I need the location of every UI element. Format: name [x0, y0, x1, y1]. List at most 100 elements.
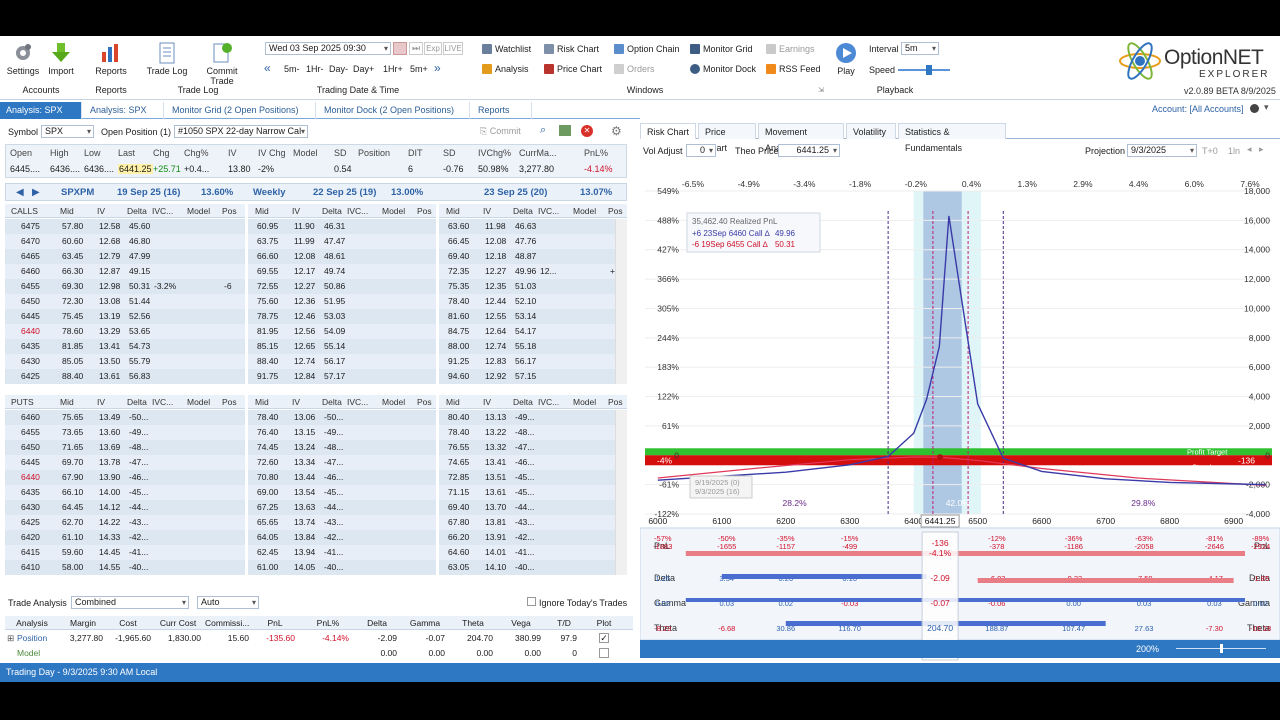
earnings-button[interactable]: Earnings [766, 44, 815, 54]
puts-row[interactable]: 67.25 13.63 -44... [248, 500, 436, 515]
calls-row[interactable]: 94.60 12.92 57.15 [439, 369, 627, 384]
step-1hr-plus[interactable]: 1Hr+ [383, 64, 403, 74]
tab-movement-analysis[interactable]: Movement Analysis [758, 123, 844, 153]
commit-button[interactable]: ⎘ Commit [480, 126, 521, 137]
import-button[interactable]: Import [44, 42, 78, 76]
calendar-icon[interactable] [393, 42, 407, 55]
settings-gear-icon[interactable]: ⚙ [611, 124, 622, 138]
tab-volatility[interactable]: Volatility [846, 123, 896, 139]
plot-checkbox[interactable] [599, 648, 609, 658]
puts-row[interactable]: 6445 69.70 13.78 -47... [5, 455, 245, 470]
puts-row[interactable]: 6410 58.00 14.55 -40... [5, 560, 245, 575]
next-expiry-icon[interactable]: ▶ [32, 187, 40, 198]
trade-log-button[interactable]: Trade Log [146, 42, 188, 76]
calls-row[interactable]: 6455 69.30 12.98 50.31 -3.2% -6 [5, 279, 245, 294]
account-dropdown-icon[interactable]: ▾ [1264, 102, 1269, 113]
exp-button[interactable]: Exp [424, 42, 442, 55]
windows-expand-icon[interactable]: ⇲ [818, 86, 824, 94]
expiry-date[interactable]: 22 Sep 25 (19) [313, 185, 376, 201]
expiry-date[interactable]: 23 Sep 25 (20) [484, 185, 547, 201]
auto-select[interactable]: Auto [197, 596, 259, 609]
search-icon[interactable]: ⌕ [540, 124, 546, 137]
calls-row[interactable]: 6465 63.45 12.79 47.99 [5, 249, 245, 264]
puts-row[interactable]: 61.00 14.05 -40... [248, 560, 436, 575]
nav-right-icon[interactable]: ▸ [1259, 144, 1264, 155]
puts-row[interactable]: 6435 66.10 14.00 -45... [5, 485, 245, 500]
calls-row[interactable]: 66.60 12.08 48.61 [248, 249, 436, 264]
calls-row[interactable]: 6445 75.45 13.19 52.56 [5, 309, 245, 324]
risk-chart[interactable]: 549% 488% 427% 366% 305% 244% 183% 122% 61% 0 -61%… [640, 156, 1280, 664]
tab-reports[interactable]: Reports [472, 102, 532, 119]
play-button[interactable]: Play [832, 42, 860, 76]
spreadsheet-icon[interactable] [559, 125, 571, 136]
prev-expiry-icon[interactable]: ◀ [16, 187, 24, 198]
step-5m-plus[interactable]: 5m+ [410, 64, 428, 74]
commit-trade-button[interactable]: Commit Trade [194, 42, 250, 86]
monitor-grid-button[interactable]: Monitor Grid [690, 44, 753, 54]
puts-row[interactable]: 78.40 13.22 -48... [439, 425, 627, 440]
puts-row[interactable]: 6440 67.90 13.90 -46... [5, 470, 245, 485]
puts-row[interactable]: 69.40 13.70 -44... [439, 500, 627, 515]
calls-row[interactable]: 63.60 11.98 46.63 [439, 219, 627, 234]
calls-row[interactable]: 88.00 12.74 55.18 [439, 339, 627, 354]
calls-row[interactable]: 66.45 12.08 47.76 [439, 234, 627, 249]
position-select[interactable]: #1050 SPX 22-day Narrow Cal [174, 125, 308, 138]
expiry-name[interactable]: Weekly [253, 185, 286, 201]
puts-row[interactable]: 70.80 13.44 -46... [248, 470, 436, 485]
settings-button[interactable]: Settings [6, 42, 40, 76]
tab-monitor-dock[interactable]: Monitor Dock (2 Open Positions) [318, 102, 470, 119]
plot-checkbox[interactable]: ✓ [599, 633, 609, 643]
calls-row[interactable]: 6450 72.30 13.08 51.44 [5, 294, 245, 309]
puts-row[interactable]: 6460 75.65 13.49 -50... [5, 410, 245, 425]
calls-row[interactable]: 85.15 12.65 55.14 [248, 339, 436, 354]
puts-row[interactable]: 69.00 13.54 -45... [248, 485, 436, 500]
interval-select[interactable]: 5m [901, 42, 939, 55]
option-chain-button[interactable]: Option Chain [614, 44, 680, 54]
puts-row[interactable]: 76.55 13.32 -47... [439, 440, 627, 455]
rss-feed-button[interactable]: RSS Feed [766, 64, 821, 74]
puts-row[interactable]: 66.20 13.91 -42... [439, 530, 627, 545]
calls-row[interactable]: 6425 88.40 13.61 56.83 [5, 369, 245, 384]
calls-row[interactable]: 81.60 12.55 53.14 [439, 309, 627, 324]
puts-row[interactable]: 67.80 13.81 -43... [439, 515, 627, 530]
step-1hr-minus[interactable]: 1Hr- [306, 64, 324, 74]
puts-row[interactable]: 71.15 13.61 -45... [439, 485, 627, 500]
calls-row[interactable]: 6460 66.30 12.87 49.15 [5, 264, 245, 279]
puts-row[interactable]: 72.60 13.34 -47... [248, 455, 436, 470]
calls-row[interactable]: 81.95 12.56 54.09 [248, 324, 436, 339]
puts-row[interactable]: 6455 73.65 13.60 -49... [5, 425, 245, 440]
nav-left-icon[interactable]: ◂ [1247, 144, 1252, 155]
trade-analysis-row[interactable]: ⊞ Position 3,277.80 -1,965.60 1,830.00 15.60 -… [5, 631, 633, 645]
trading-date-select[interactable]: Wed 03 Sep 2025 09:30 [265, 42, 391, 55]
calls-row[interactable]: 88.40 12.74 56.17 [248, 354, 436, 369]
calls-row[interactable]: 69.40 12.18 48.87 [439, 249, 627, 264]
calls-row[interactable]: 63.75 11.99 47.47 [248, 234, 436, 249]
puts-row[interactable]: 6420 61.10 14.33 -42... [5, 530, 245, 545]
puts-row[interactable]: 6415 59.60 14.45 -41... [5, 545, 245, 560]
puts-row[interactable]: 78.40 13.06 -50... [248, 410, 436, 425]
calls-row[interactable]: 78.40 12.44 52.10 [439, 294, 627, 309]
tab-analysis-spx[interactable]: Analysis: SPX [84, 102, 164, 119]
puts-row[interactable]: 6430 64.45 14.12 -44... [5, 500, 245, 515]
calls-row[interactable]: 91.75 12.84 57.17 [248, 369, 436, 384]
puts-row[interactable]: 76.40 13.15 -49... [248, 425, 436, 440]
puts-row[interactable]: 6425 62.70 14.22 -43... [5, 515, 245, 530]
calls-row[interactable]: 60.95 11.90 46.31 [248, 219, 436, 234]
puts-scrollbar[interactable] [615, 410, 627, 575]
tab-monitor-grid[interactable]: Monitor Grid (2 Open Positions) [166, 102, 316, 119]
calls-row[interactable]: 6435 81.85 13.41 54.73 [5, 339, 245, 354]
tab-statistics[interactable]: Statistics & Fundamentals [898, 123, 1006, 153]
live-button[interactable]: LIVE [443, 42, 463, 55]
reports-button[interactable]: Reports [92, 42, 130, 76]
step-day-plus[interactable]: Day+ [353, 64, 374, 74]
price-chart-button[interactable]: Price Chart [544, 64, 602, 74]
calls-row[interactable]: 6475 57.80 12.58 45.60 [5, 219, 245, 234]
puts-row[interactable]: 63.05 14.10 -40... [439, 560, 627, 575]
puts-row[interactable]: 74.65 13.41 -46... [439, 455, 627, 470]
tab-analysis-spx-active[interactable]: Analysis: SPX ✕ [0, 102, 82, 132]
calls-row[interactable]: 91.25 12.83 56.17 [439, 354, 627, 369]
watchlist-button[interactable]: Watchlist [482, 44, 531, 54]
account-selector[interactable]: Account: [All Accounts] [1152, 104, 1244, 114]
ignore-today-checkbox[interactable] [527, 597, 536, 606]
trade-analysis-row[interactable]: Model 0.00 0.00 0.00 0.00 0 [5, 646, 633, 660]
